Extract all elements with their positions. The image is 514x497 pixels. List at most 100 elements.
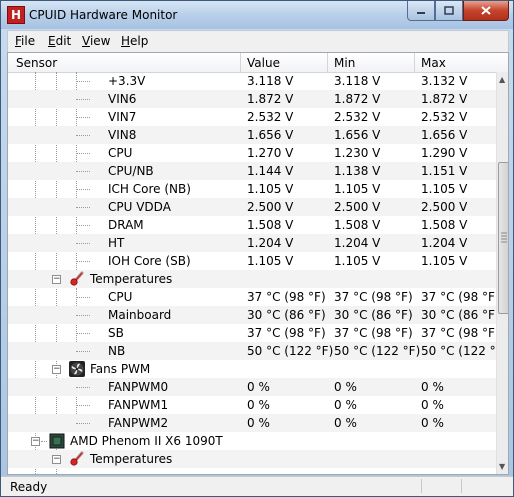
sensor-min: 0 % bbox=[334, 380, 357, 394]
collapse-toggle[interactable]: − bbox=[52, 275, 61, 284]
sensor-value: 1.872 V bbox=[247, 92, 294, 106]
vertical-scrollbar[interactable]: ▲ ▼ bbox=[496, 72, 508, 474]
title-bar[interactable]: H CPUID Hardware Monitor bbox=[1, 1, 513, 29]
sensor-value: 1.508 V bbox=[247, 218, 294, 232]
sensor-min: 0 % bbox=[334, 398, 357, 412]
table-row[interactable]: SB 37 °C (98 °F) 37 °C (98 °F) 37 °C (98 °F… bbox=[8, 324, 496, 342]
sensor-min: 1.508 V bbox=[334, 218, 381, 232]
sensor-min: 1.230 V bbox=[334, 146, 381, 160]
column-header-value[interactable]: Value bbox=[247, 56, 280, 70]
sensor-label: FANPWM0 bbox=[108, 380, 169, 394]
sensor-value: 2.532 V bbox=[247, 110, 294, 124]
menu-bar: File Edit View Help bbox=[7, 30, 509, 53]
table-header: Sensor Value Min Max bbox=[8, 53, 508, 73]
collapse-toggle[interactable]: − bbox=[52, 365, 61, 374]
sensor-min: 2.532 V bbox=[334, 110, 381, 124]
sensor-label: VIN7 bbox=[108, 110, 137, 124]
sensor-group-row[interactable]: − Fans PWM bbox=[8, 360, 496, 378]
table-row[interactable]: CPU/NB 1.144 V 1.138 V 1.151 V bbox=[8, 162, 496, 180]
maximize-button[interactable] bbox=[435, 1, 463, 21]
cpuid-app-icon[interactable]: H bbox=[7, 6, 25, 24]
sensor-label: CPU bbox=[108, 290, 133, 304]
scroll-up-arrow-icon[interactable]: ▲ bbox=[499, 75, 507, 84]
processor-icon bbox=[49, 433, 65, 449]
sensor-max: 2.500 V bbox=[421, 200, 468, 214]
scrollbar-thumb[interactable] bbox=[498, 162, 508, 314]
sensor-max: 1.656 V bbox=[421, 128, 468, 142]
menu-help[interactable]: Help bbox=[121, 34, 148, 48]
device-row[interactable]: − AMD Phenom II X6 1090T bbox=[8, 432, 496, 450]
sensor-max: 1.105 V bbox=[421, 254, 468, 268]
sensor-max: 0 % bbox=[421, 380, 444, 394]
sensor-label: +3.3V bbox=[108, 74, 146, 88]
table-row[interactable]: CPU 1.270 V 1.230 V 1.290 V bbox=[8, 144, 496, 162]
table-row[interactable]: NB 50 °C (122 °F) 50 °C (122 °F) 50 °C (122… bbox=[8, 342, 496, 360]
menu-edit[interactable]: Edit bbox=[48, 34, 71, 48]
sensor-label: IOH Core (SB) bbox=[108, 254, 191, 268]
collapse-toggle[interactable]: − bbox=[31, 437, 40, 446]
sensor-value: 50 °C (122 °F) bbox=[247, 344, 334, 358]
close-button[interactable] bbox=[463, 1, 509, 21]
table-row[interactable]: +3.3V 3.118 V 3.118 V 3.132 V bbox=[8, 72, 496, 90]
maximize-icon bbox=[444, 6, 454, 15]
sensor-label: CPU/NB bbox=[108, 164, 154, 178]
sensor-max: 1.204 V bbox=[421, 236, 468, 250]
sensor-max: 30 °C (86 °F) bbox=[421, 308, 496, 322]
table-row[interactable]: ICH Core (NB) 1.105 V 1.105 V 1.105 V bbox=[8, 180, 496, 198]
sensor-value: 1.204 V bbox=[247, 236, 294, 250]
window-title: CPUID Hardware Monitor bbox=[29, 8, 178, 22]
table-row[interactable]: FANPWM0 0 % 0 % 0 % bbox=[8, 378, 496, 396]
sensor-label: NB bbox=[108, 344, 126, 358]
sensor-min: 1.105 V bbox=[334, 182, 381, 196]
sensor-min: 1.872 V bbox=[334, 92, 381, 106]
sensor-label: CPU VDDA bbox=[108, 200, 171, 214]
sensor-label: VIN6 bbox=[108, 92, 137, 106]
table-row[interactable]: IOH Core (SB) 1.105 V 1.105 V 1.105 V bbox=[8, 252, 496, 270]
table-row[interactable]: VIN6 1.872 V 1.872 V 1.872 V bbox=[8, 90, 496, 108]
table-row[interactable]: CPU 37 °C (98 °F) 37 °C (98 °F) 37 °C (98 °… bbox=[8, 288, 496, 306]
close-icon bbox=[481, 6, 491, 15]
sensor-min: 30 °C (86 °F) bbox=[334, 308, 413, 322]
sensor-group-row[interactable]: − Temperatures bbox=[8, 450, 496, 468]
sensor-min: 1.204 V bbox=[334, 236, 381, 250]
table-row[interactable]: FANPWM2 0 % 0 % 0 % bbox=[8, 414, 496, 432]
sensor-min: 1.656 V bbox=[334, 128, 381, 142]
thermometer-icon bbox=[70, 451, 84, 466]
menu-view[interactable]: View bbox=[82, 34, 110, 48]
sensor-value: 30 °C (86 °F) bbox=[247, 308, 326, 322]
sensor-max: 1.151 V bbox=[421, 164, 468, 178]
sensor-max: 3.132 V bbox=[421, 74, 468, 88]
sensor-value: 37 °C (98 °F) bbox=[247, 290, 326, 304]
table-row[interactable]: DRAM 1.508 V 1.508 V 1.508 V bbox=[8, 216, 496, 234]
collapse-toggle[interactable]: − bbox=[52, 455, 61, 464]
column-header-sensor[interactable]: Sensor bbox=[16, 56, 57, 70]
sensor-max: 37 °C (98 °F) bbox=[421, 290, 496, 304]
sensor-label: DRAM bbox=[108, 218, 144, 232]
table-row[interactable]: HT 1.204 V 1.204 V 1.204 V bbox=[8, 234, 496, 252]
sensor-max: 50 °C (122 °F) bbox=[421, 344, 496, 358]
sensor-min: 37 °C (98 °F) bbox=[334, 290, 413, 304]
table-row[interactable]: FANPWM1 0 % 0 % 0 % bbox=[8, 396, 496, 414]
table-row[interactable]: VIN8 1.656 V 1.656 V 1.656 V bbox=[8, 126, 496, 144]
thermometer-icon bbox=[70, 271, 84, 286]
sensor-label: CPU bbox=[108, 146, 133, 160]
status-bar: Ready bbox=[1, 476, 513, 496]
table-row[interactable]: Mainboard 30 °C (86 °F) 30 °C (86 °F) 30 °C… bbox=[8, 306, 496, 324]
sensor-max: 2.532 V bbox=[421, 110, 468, 124]
sensor-value: 1.105 V bbox=[247, 254, 294, 268]
table-row[interactable]: VIN7 2.532 V 2.532 V 2.532 V bbox=[8, 108, 496, 126]
minimize-button[interactable] bbox=[407, 1, 435, 21]
sensor-label: Mainboard bbox=[108, 308, 172, 322]
sensor-label: SB bbox=[108, 326, 124, 340]
sensor-max: 1.508 V bbox=[421, 218, 468, 232]
column-header-max[interactable]: Max bbox=[421, 56, 446, 70]
table-row[interactable]: CPU VDDA 2.500 V 2.500 V 2.500 V bbox=[8, 198, 496, 216]
group-label: Temperatures bbox=[90, 272, 173, 286]
column-header-min[interactable]: Min bbox=[334, 56, 355, 70]
scroll-down-arrow-icon[interactable]: ▼ bbox=[499, 462, 507, 471]
menu-file[interactable]: File bbox=[15, 34, 35, 48]
sensor-rows: +3.3V 3.118 V 3.118 V 3.132 V VIN6 1.872 V 1.8… bbox=[8, 72, 496, 474]
sensor-group-row[interactable]: − Temperatures bbox=[8, 270, 496, 288]
sensor-value: 1.105 V bbox=[247, 182, 294, 196]
sensor-max: 0 % bbox=[421, 416, 444, 430]
